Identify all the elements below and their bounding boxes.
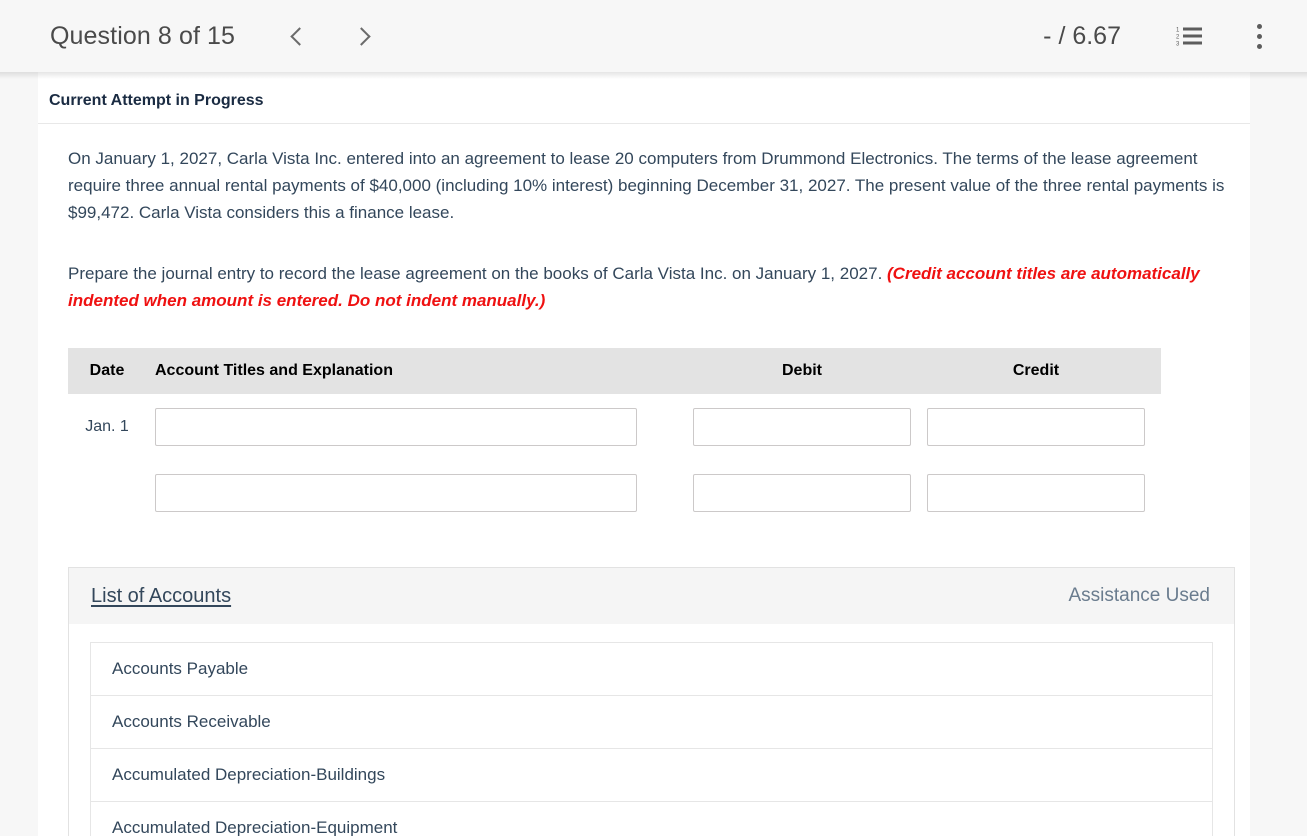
entry-debit-cell (693, 474, 911, 512)
account-title-input-2[interactable] (155, 474, 637, 512)
svg-text:1: 1 (1176, 28, 1180, 34)
credit-amount-input-2[interactable] (927, 474, 1145, 512)
more-options-button[interactable] (1239, 16, 1279, 56)
svg-text:2: 2 (1176, 35, 1180, 41)
list-item[interactable]: Accounts Payable (91, 643, 1212, 696)
entry-date-label: Jan. 1 (85, 418, 129, 435)
journal-entry-row: Jan. 1 (68, 394, 1161, 460)
entry-credit-cell (911, 474, 1161, 512)
entry-credit-cell (911, 408, 1161, 446)
journal-entry-table: Date Account Titles and Explanation Debi… (68, 348, 1161, 526)
list-of-accounts-link[interactable]: List of Accounts (91, 585, 231, 608)
accounts-list: Accounts Payable Accounts Receivable Acc… (90, 642, 1213, 836)
question-toolbar: Question 8 of 15 - / 6.67 1 2 3 (0, 0, 1307, 79)
accounts-panel: List of Accounts Assistance Used Account… (68, 567, 1235, 836)
chevron-left-icon (289, 26, 309, 46)
numbered-list-icon: 1 2 3 (1176, 27, 1202, 48)
kebab-menu-icon (1256, 23, 1262, 49)
list-item[interactable]: Accounts Receivable (91, 696, 1212, 749)
toolbar-right-group: - / 6.67 1 2 3 (1043, 16, 1279, 56)
account-title-input-1[interactable] (155, 408, 637, 446)
list-item[interactable]: Accumulated Depreciation-Equipment (91, 802, 1212, 836)
question-paragraph-1: On January 1, 2027, Carla Vista Inc. ent… (68, 149, 1225, 222)
credit-amount-input-1[interactable] (927, 408, 1145, 446)
page-title: Question 8 of 15 (50, 21, 236, 50)
previous-question-button[interactable] (277, 16, 317, 56)
entry-account-cell (146, 408, 693, 446)
assistance-used-label: Assistance Used (1068, 585, 1210, 606)
svg-text:3: 3 (1176, 42, 1180, 48)
chevron-right-icon (351, 26, 371, 46)
accounts-panel-header: List of Accounts Assistance Used (69, 568, 1234, 624)
question-instruction-text: Prepare the journal entry to record the … (68, 264, 888, 283)
journal-entry-row (68, 460, 1161, 526)
debit-amount-input-2[interactable] (693, 474, 911, 512)
column-header-debit: Debit (782, 362, 822, 379)
question-body: On January 1, 2027, Carla Vista Inc. ent… (38, 145, 1250, 314)
debit-amount-input-1[interactable] (693, 408, 911, 446)
next-question-button[interactable] (343, 16, 383, 56)
question-navigation (277, 16, 383, 56)
score-display: - / 6.67 (1043, 21, 1121, 50)
question-list-button[interactable]: 1 2 3 (1169, 16, 1209, 56)
attempt-status: Current Attempt in Progress (38, 72, 1250, 124)
column-header-account: Account Titles and Explanation (155, 362, 393, 379)
column-header-credit: Credit (1012, 362, 1060, 379)
column-header-date: Date (89, 362, 125, 379)
journal-entry-header-row: Date Account Titles and Explanation Debi… (68, 348, 1161, 394)
entry-debit-cell (693, 408, 911, 446)
entry-account-cell (146, 474, 693, 512)
question-page: Current Attempt in Progress On January 1… (0, 72, 1307, 836)
question-card: Current Attempt in Progress On January 1… (38, 72, 1250, 836)
question-paragraph-2: Prepare the journal entry to record the … (68, 260, 1230, 314)
list-item[interactable]: Accumulated Depreciation-Buildings (91, 749, 1212, 802)
